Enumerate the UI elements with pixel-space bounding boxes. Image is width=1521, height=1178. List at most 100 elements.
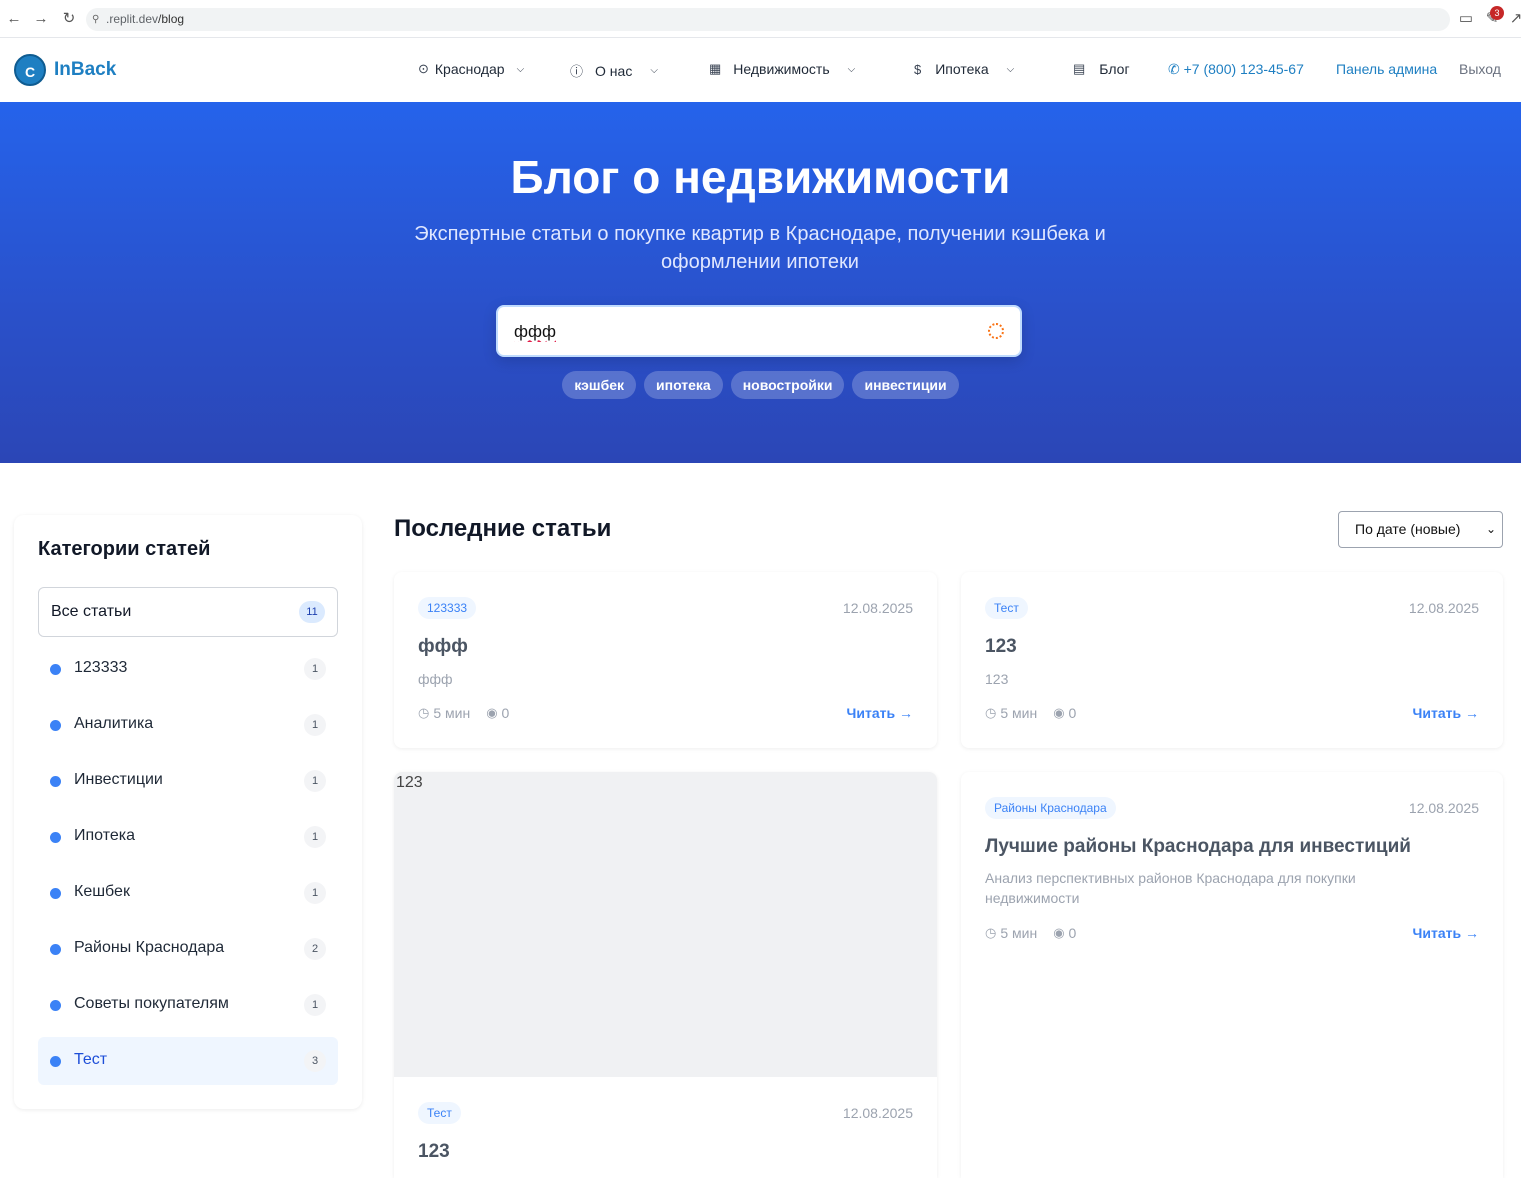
category-dot-icon <box>50 888 61 899</box>
category-item[interactable]: Кешбек 1 <box>38 869 338 917</box>
url-host: .replit.dev <box>106 12 159 26</box>
logout-link[interactable]: Выход <box>1459 61 1501 77</box>
view-count: 0 <box>1068 705 1077 721</box>
address-bar[interactable]: ⚲ .replit.dev/blog <box>86 8 1450 31</box>
category-label: Все статьи <box>51 603 132 620</box>
search-input[interactable] <box>514 320 954 344</box>
nav-mortgage-label: Ипотека <box>935 61 989 77</box>
tag-cashback[interactable]: кэшбек <box>562 371 637 399</box>
article-meta: ◷ 5 мин ◉ 0 <box>418 705 509 721</box>
category-count: 1 <box>304 882 326 904</box>
article-title[interactable]: Лучшие районы Краснодара для инвестиций <box>985 836 1411 858</box>
category-dot-icon <box>50 720 61 731</box>
article-card[interactable]: Тест 12.08.2025 123 123 ◷ 5 мин ◉ 0 Читать… <box>961 572 1503 748</box>
nav-about-label: О нас <box>595 62 633 79</box>
phone-icon: ✆ <box>1168 61 1180 77</box>
chevron-down-icon: ⌄ <box>1485 522 1496 536</box>
article-title[interactable]: ффф <box>418 636 468 658</box>
category-label: Инвестиции <box>74 771 163 788</box>
categories-sidebar: Категории статей Все статьи 11 123333 1 … <box>14 515 362 1109</box>
category-count: 1 <box>304 994 326 1016</box>
category-dot-icon <box>50 944 61 955</box>
nav-realty[interactable]: ▦ Недвижимость ⌵ <box>709 61 855 77</box>
admin-panel-link[interactable]: Панель админа <box>1336 61 1437 77</box>
category-dot-icon <box>50 664 61 675</box>
article-card[interactable]: 123333 12.08.2025 ффф ффф ◷ 5 мин ◉ 0 Чита… <box>394 572 937 748</box>
phone-link[interactable]: ✆ +7 (800) 123-45-67 <box>1168 61 1304 78</box>
category-item[interactable]: Районы Краснодара 2 <box>38 925 338 973</box>
chevron-down-icon: ⌵ <box>650 65 658 76</box>
logo-text[interactable]: InBack <box>54 59 116 81</box>
extension-badge: 3 <box>1490 6 1504 20</box>
logo-icon[interactable]: C <box>14 54 46 86</box>
category-badge[interactable]: 123333 <box>418 597 477 619</box>
location-pin-icon: ⊙ <box>418 61 429 76</box>
search-box <box>496 305 1022 357</box>
reload-icon[interactable]: ↻ <box>61 11 77 27</box>
category-dot-icon <box>50 832 61 843</box>
category-count: 1 <box>304 770 326 792</box>
chevron-down-icon: ⌵ <box>1006 63 1015 75</box>
category-item[interactable]: Инвестиции 1 <box>38 757 338 805</box>
article-date: 12.08.2025 <box>1408 800 1479 816</box>
cast-icon[interactable]: ▭ <box>1458 11 1474 27</box>
tag-new-buildings[interactable]: новостройки <box>730 371 845 399</box>
chevron-down-icon: ⌵ <box>847 63 856 75</box>
category-item[interactable]: 123333 1 <box>38 645 338 693</box>
article-card[interactable]: 123 Тест 12.08.2025 123 <box>394 772 937 1178</box>
article-excerpt: 123 <box>985 671 1009 687</box>
category-item-active[interactable]: Тест 3 <box>38 1037 338 1085</box>
browser-toolbar: ← → ↻ ⚲.replit.dev/blog ▭ ✎ 3 ↗ <box>0 0 1521 38</box>
eye-icon: ◉ <box>1053 925 1065 940</box>
article-image[interactable]: 123 <box>394 772 937 1077</box>
site-header: C InBack ⊙ Краснодар ⌵ ⓘ О нас ⌵ ▦ Недви… <box>0 38 1521 102</box>
article-card[interactable]: Районы Краснодара 12.08.2025 Лучшие райо… <box>961 772 1503 1178</box>
article-date: 12.08.2025 <box>1408 600 1479 616</box>
open-tab-icon[interactable]: ↗ <box>1508 11 1521 27</box>
tag-mortgage[interactable]: ипотека <box>644 371 723 399</box>
clock-icon: ◷ <box>985 705 997 720</box>
nav-mortgage[interactable]: $ Ипотека ⌵ <box>914 61 1014 77</box>
category-label: Кешбек <box>74 883 130 900</box>
forward-icon[interactable]: → <box>33 11 49 27</box>
category-count: 1 <box>304 714 326 736</box>
category-item[interactable]: Ипотека 1 <box>38 813 338 861</box>
article-title[interactable]: 123 <box>418 1141 450 1163</box>
nav-city-select[interactable]: ⊙ Краснодар ⌵ <box>418 61 524 77</box>
hero-subtitle: Экспертные статьи о покупке квартир в Кр… <box>414 223 1106 273</box>
category-badge[interactable]: Тест <box>985 597 1028 619</box>
read-time: 5 мин <box>1000 705 1038 721</box>
read-link[interactable]: Читать → <box>847 705 913 721</box>
category-label: Советы покупателям <box>74 995 229 1012</box>
nav-about[interactable]: ⓘ О нас ⌵ <box>570 61 658 80</box>
broken-image-alt: 123 <box>396 774 423 791</box>
category-count: 1 <box>304 826 326 848</box>
sort-select[interactable]: По дате (новые) ⌄ <box>1338 511 1503 548</box>
article-title[interactable]: 123 <box>985 636 1017 658</box>
read-time: 5 мин <box>433 705 471 721</box>
category-label: Тест <box>74 1051 108 1068</box>
back-icon[interactable]: ← <box>6 11 22 27</box>
category-item[interactable]: Аналитика 1 <box>38 701 338 749</box>
category-item[interactable]: Советы покупателям 1 <box>38 981 338 1029</box>
category-dot-icon <box>50 1000 61 1011</box>
read-link[interactable]: Читать → <box>1413 705 1479 721</box>
phone-number: +7 (800) 123-45-67 <box>1183 61 1304 77</box>
tag-investments[interactable]: инвестиции <box>852 371 959 399</box>
dollar-icon: $ <box>914 61 922 77</box>
nav-blog[interactable]: ▤ Блог <box>1073 61 1130 77</box>
article-excerpt: ффф <box>418 671 453 687</box>
sort-value: По дате (новые) <box>1355 521 1461 537</box>
building-icon: ▦ <box>709 61 722 76</box>
nav-realty-label: Недвижимость <box>733 61 830 77</box>
category-count: 1 <box>304 658 326 680</box>
read-link[interactable]: Читать → <box>1413 925 1479 941</box>
view-count: 0 <box>501 705 510 721</box>
clock-icon: ◷ <box>418 705 430 720</box>
category-badge[interactable]: Районы Краснодара <box>985 797 1116 819</box>
hero-title: Блог о недвижимости <box>510 151 1011 203</box>
category-all[interactable]: Все статьи 11 <box>38 587 338 637</box>
site-info-icon[interactable]: ⚲ <box>92 8 99 31</box>
category-badge[interactable]: Тест <box>418 1102 461 1124</box>
category-label: Аналитика <box>74 715 154 732</box>
